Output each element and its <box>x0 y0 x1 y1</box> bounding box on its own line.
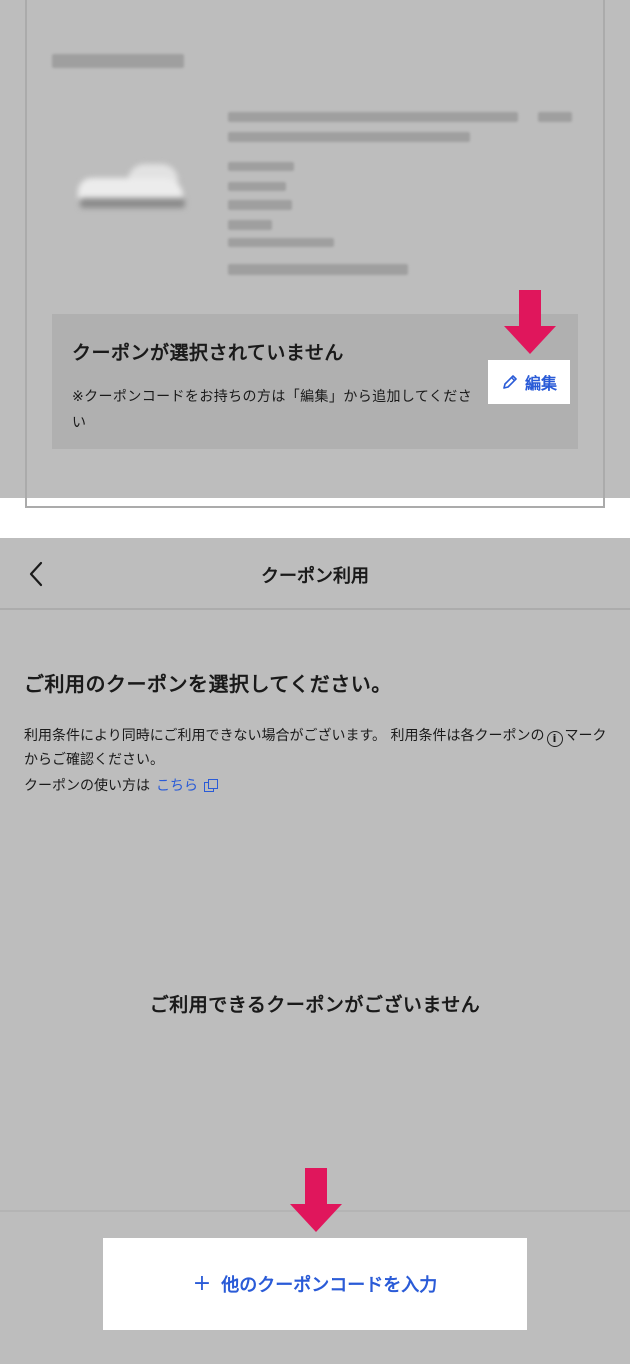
info-icon: i <box>546 731 563 747</box>
nav-header: クーポン利用 <box>0 538 630 610</box>
order-summary-panel: クーポンが選択されていません ※クーポンコードをお持ちの方は「編集」から追加して… <box>0 0 630 508</box>
plus-icon: + <box>192 1271 212 1296</box>
empty-coupons-message: ご利用できるクーポンがございません <box>149 994 481 1016</box>
terms-text: 利用条件により同時にご利用できない場合がございます。 利用条件は各クーポンの i マ… <box>24 728 607 768</box>
howto-line: クーポンの使い方は こちら <box>24 774 218 798</box>
edit-button-label: 編集 <box>524 374 557 393</box>
pencil-icon <box>503 375 517 389</box>
page-title: クーポン利用 <box>261 566 369 587</box>
redacted-product-detail <box>228 162 294 171</box>
howto-link[interactable]: こちら <box>156 774 198 798</box>
add-coupon-code-button[interactable]: + 他のクーポンコードを入力 <box>103 1238 527 1330</box>
add-code-label: 他のクーポンコードを入力 <box>221 1275 438 1296</box>
pointer-arrow-icon <box>290 1168 342 1234</box>
coupon-note: ※クーポンコードをお持ちの方は「編集」から追加してください <box>72 389 473 431</box>
redacted-shop-name <box>52 54 184 68</box>
external-link-icon[interactable] <box>204 779 218 793</box>
select-coupon-heading: ご利用のクーポンを選択してください。 <box>24 672 392 696</box>
pointer-arrow-icon <box>504 290 556 356</box>
coupon-usage-screen: クーポン利用 ご利用のクーポンを選択してください。 利用条件により同時にご利用で… <box>0 538 630 1364</box>
product-thumbnail <box>70 150 188 218</box>
redacted-product-name <box>228 112 518 122</box>
coupon-status-title: クーポンが選択されていません <box>72 342 344 364</box>
howto-prefix: クーポンの使い方は <box>24 778 150 794</box>
edit-coupon-button[interactable]: 編集 <box>488 360 570 404</box>
